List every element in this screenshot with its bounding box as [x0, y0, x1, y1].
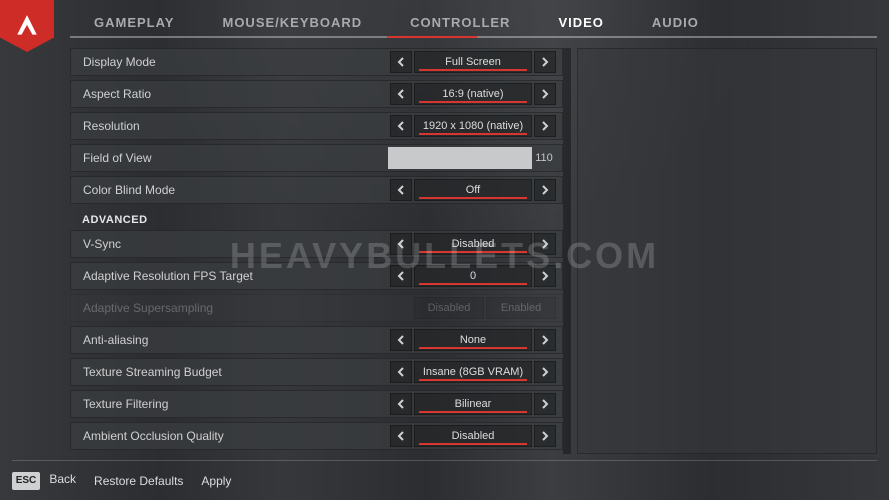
setting-value: None: [414, 329, 532, 351]
setting-value: 1920 x 1080 (native): [414, 115, 532, 137]
setting-display-mode[interactable]: Display Mode Full Screen: [70, 48, 563, 76]
setting-value: Off: [414, 179, 532, 201]
setting-antialiasing[interactable]: Anti-aliasing None: [70, 326, 563, 354]
chevron-left-icon[interactable]: [390, 179, 412, 201]
option-disabled: Disabled: [414, 297, 484, 319]
option-enabled: Enabled: [486, 297, 556, 319]
setting-label: Ambient Occlusion Quality: [83, 429, 390, 443]
tab-controller[interactable]: CONTROLLER: [386, 7, 534, 36]
chevron-left-icon[interactable]: [390, 115, 412, 137]
setting-label: Texture Streaming Budget: [83, 365, 390, 379]
back-button[interactable]: ESC Back: [12, 472, 76, 490]
setting-value: Full Screen: [414, 51, 532, 73]
chevron-left-icon[interactable]: [390, 83, 412, 105]
setting-adaptive-supersampling: Adaptive Supersampling Disabled Enabled: [70, 294, 563, 322]
setting-label: Resolution: [83, 119, 390, 133]
setting-colorblind[interactable]: Color Blind Mode Off: [70, 176, 563, 204]
setting-texture-filtering[interactable]: Texture Filtering Bilinear: [70, 390, 563, 418]
setting-value: Insane (8GB VRAM): [414, 361, 532, 383]
setting-value: Disabled: [414, 425, 532, 447]
setting-value: 16:9 (native): [414, 83, 532, 105]
setting-texture-budget[interactable]: Texture Streaming Budget Insane (8GB VRA…: [70, 358, 563, 386]
esc-key-icon: ESC: [12, 472, 40, 490]
setting-value: 0: [414, 265, 532, 287]
setting-description-panel: [577, 48, 877, 454]
setting-vsync[interactable]: V-Sync Disabled: [70, 230, 563, 258]
section-advanced: ADVANCED: [70, 208, 563, 230]
restore-defaults-button[interactable]: Restore Defaults: [94, 474, 183, 488]
setting-resolution[interactable]: Resolution 1920 x 1080 (native): [70, 112, 563, 140]
chevron-right-icon[interactable]: [534, 83, 556, 105]
chevron-left-icon[interactable]: [390, 233, 412, 255]
setting-value: Bilinear: [414, 393, 532, 415]
chevron-right-icon[interactable]: [534, 265, 556, 287]
fov-value: 110: [532, 152, 556, 164]
setting-fov[interactable]: Field of View 110: [70, 144, 563, 172]
tab-underline: [70, 36, 877, 38]
chevron-left-icon[interactable]: [390, 265, 412, 287]
chevron-right-icon[interactable]: [534, 115, 556, 137]
chevron-left-icon[interactable]: [390, 425, 412, 447]
chevron-left-icon[interactable]: [390, 393, 412, 415]
setting-label: Field of View: [83, 151, 388, 165]
settings-scroll[interactable]: Display Mode Full Screen Aspect Ratio 16…: [70, 48, 571, 454]
setting-label: Aspect Ratio: [83, 87, 390, 101]
setting-label: Anti-aliasing: [83, 333, 390, 347]
chevron-right-icon[interactable]: [534, 51, 556, 73]
setting-label: Color Blind Mode: [83, 183, 390, 197]
chevron-left-icon[interactable]: [390, 329, 412, 351]
setting-adaptive-fps[interactable]: Adaptive Resolution FPS Target 0: [70, 262, 563, 290]
chevron-left-icon[interactable]: [390, 51, 412, 73]
tab-mouse-keyboard[interactable]: MOUSE/KEYBOARD: [198, 7, 386, 36]
setting-label: V-Sync: [83, 237, 390, 251]
fov-slider[interactable]: [388, 147, 532, 169]
setting-label: Texture Filtering: [83, 397, 390, 411]
chevron-right-icon[interactable]: [534, 233, 556, 255]
setting-aspect-ratio[interactable]: Aspect Ratio 16:9 (native): [70, 80, 563, 108]
footer-bar: ESC Back Restore Defaults Apply: [12, 460, 877, 500]
setting-label: Adaptive Supersampling: [83, 301, 414, 315]
chevron-right-icon[interactable]: [534, 425, 556, 447]
tab-video[interactable]: VIDEO: [534, 7, 627, 36]
setting-label: Display Mode: [83, 55, 390, 69]
chevron-right-icon[interactable]: [534, 329, 556, 351]
settings-tabs: GAMEPLAY MOUSE/KEYBOARD CONTROLLER VIDEO…: [70, 0, 877, 36]
tab-gameplay[interactable]: GAMEPLAY: [70, 7, 198, 36]
apply-button[interactable]: Apply: [201, 474, 231, 488]
chevron-right-icon[interactable]: [534, 393, 556, 415]
chevron-right-icon[interactable]: [534, 361, 556, 383]
setting-label: Adaptive Resolution FPS Target: [83, 269, 390, 283]
chevron-left-icon[interactable]: [390, 361, 412, 383]
setting-ambient-occlusion[interactable]: Ambient Occlusion Quality Disabled: [70, 422, 563, 450]
setting-value: Disabled: [414, 233, 532, 255]
chevron-right-icon[interactable]: [534, 179, 556, 201]
tab-audio[interactable]: AUDIO: [628, 7, 723, 36]
